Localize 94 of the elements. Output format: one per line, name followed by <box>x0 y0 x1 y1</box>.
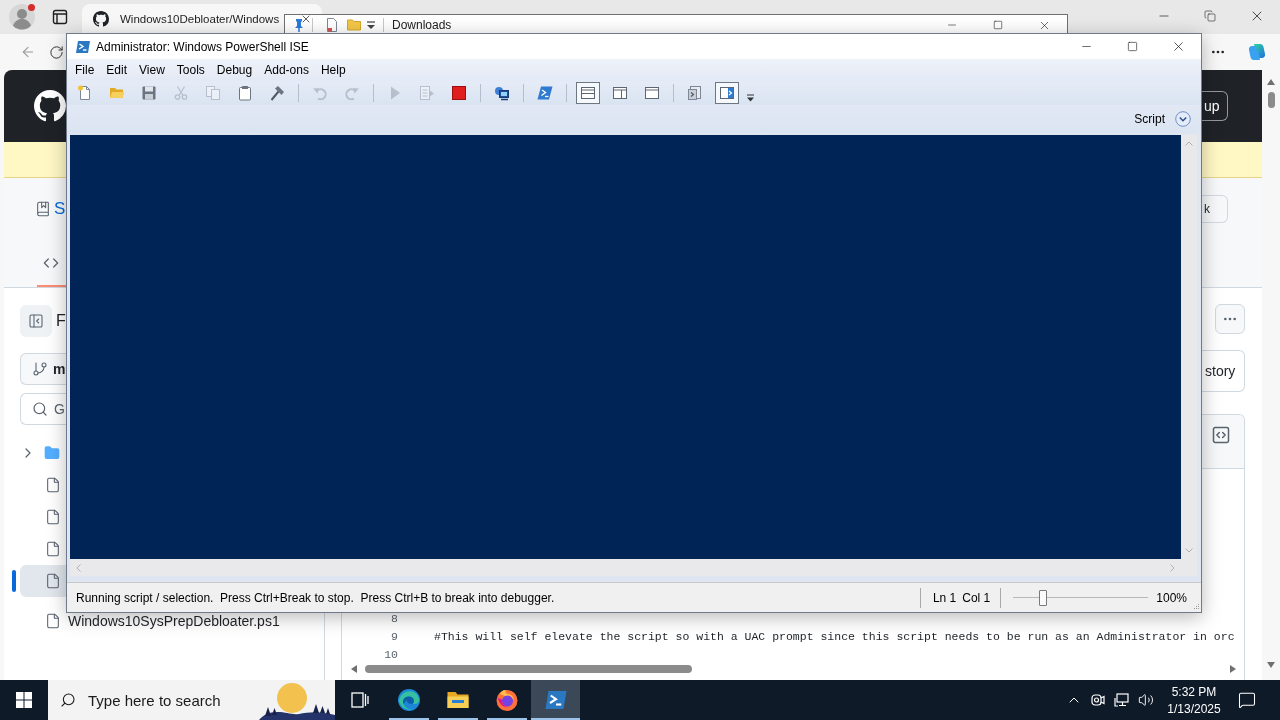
scrollbar-thumb[interactable] <box>365 665 692 673</box>
file-icon <box>45 541 61 557</box>
menu-item[interactable]: Add-ons <box>258 61 315 79</box>
windows-logo-icon <box>16 692 32 708</box>
repo-header-button[interactable]: k <box>1202 195 1228 223</box>
file-search-field[interactable]: G <box>20 393 66 425</box>
search-icon <box>60 692 76 708</box>
folder-icon <box>44 445 60 461</box>
command-addon-button[interactable] <box>715 82 739 104</box>
toolbar-overflow-icon[interactable] <box>747 94 754 102</box>
remote-computer-icon <box>494 85 510 101</box>
repo-book-icon <box>35 201 51 217</box>
selection-bar <box>12 570 16 592</box>
redo-arrow-icon <box>344 85 360 101</box>
line-number: 9 <box>390 629 398 643</box>
window-title: Administrator: Windows PowerShell ISE <box>96 39 309 54</box>
search-icon <box>32 401 48 417</box>
browser-tab[interactable]: Windows10Debloater/Windows <box>82 4 322 34</box>
line-number: 8 <box>390 611 398 625</box>
notification-icon[interactable] <box>1238 691 1256 709</box>
panel-layout-icon[interactable] <box>52 9 68 25</box>
file-tree-item[interactable]: Windows10SysPrepDebloater.ps1 <box>20 613 308 629</box>
profile-avatar-icon[interactable] <box>8 3 36 31</box>
dropdown-caret-icon[interactable] <box>367 20 375 30</box>
clipboard-icon <box>237 85 253 101</box>
menu-item[interactable]: Edit <box>100 61 134 79</box>
window-icon <box>644 85 660 101</box>
panel-collapse-icon <box>28 313 44 329</box>
edge-logo-icon <box>396 688 421 712</box>
side-split-window-icon <box>612 85 628 101</box>
taskbar-app-button[interactable] <box>531 680 580 720</box>
firefox-logo-icon <box>494 688 519 712</box>
repo-title-link[interactable]: S <box>54 199 66 219</box>
open-folder-icon <box>109 85 125 101</box>
task-view-icon <box>349 690 370 710</box>
clock[interactable]: 5:32 PM 1/13/2025 <box>1166 684 1222 716</box>
scroll-up-icon[interactable] <box>1267 79 1275 85</box>
terminal-icon <box>543 688 568 712</box>
window-title: Downloads <box>392 18 452 32</box>
scroll-right-icon[interactable] <box>1230 665 1236 673</box>
line-position: Ln 1 <box>932 590 957 605</box>
terminal-tile-icon <box>537 85 553 101</box>
volume-icon[interactable] <box>1138 692 1154 708</box>
file-icon <box>45 477 61 493</box>
terminal-icon <box>75 38 91 55</box>
window-side-panel-icon <box>719 85 735 101</box>
script-pane-top-button[interactable] <box>576 82 600 104</box>
menu-item[interactable]: File <box>69 61 101 79</box>
sidebar-title: F <box>56 312 66 330</box>
restore-icon <box>1204 10 1216 22</box>
new-page-icon <box>77 85 93 101</box>
code-line: #This will self elevate the script so with a UAC prompt since this script needs to be run as an Administrator in orc <box>434 629 1235 643</box>
scroll-left-icon[interactable] <box>351 665 357 673</box>
copy-pages-icon <box>205 85 221 101</box>
branch-icon <box>32 361 48 377</box>
file-icon <box>45 509 61 525</box>
undo-arrow-icon <box>312 85 328 101</box>
file-header-button[interactable]: story <box>1202 350 1245 392</box>
menu-item[interactable]: Debug <box>210 61 259 79</box>
copilot-logo-icon[interactable] <box>1247 42 1267 62</box>
split-window-icon <box>580 85 596 101</box>
slider-thumb[interactable] <box>1038 589 1047 606</box>
zoom-reading: 100% <box>1156 590 1187 605</box>
scroll-down-icon[interactable] <box>1267 662 1275 668</box>
maximize-icon <box>993 20 1003 30</box>
file-tree-item[interactable] <box>20 565 66 597</box>
document-icon[interactable] <box>325 18 339 32</box>
menu-item[interactable]: Help <box>314 61 352 79</box>
branch-button[interactable]: m <box>20 353 66 385</box>
page-play-icon <box>419 85 435 101</box>
file-icon <box>45 613 61 629</box>
status-text: Running script / selection. Press Ctrl+Break to stop. Press Ctrl+B to break into debugger. <box>76 590 555 605</box>
chevron-circle-icon <box>1175 111 1191 127</box>
command-page-icon <box>687 85 703 101</box>
resize-grip-icon <box>1193 603 1199 609</box>
stop-square-icon <box>451 85 467 101</box>
code-view-icon[interactable] <box>1211 425 1231 445</box>
maximize-icon <box>1126 41 1138 52</box>
github-logo-icon[interactable] <box>34 90 66 122</box>
line-number: 10 <box>383 647 398 661</box>
file-icon <box>45 573 61 589</box>
script-pane-toggle[interactable]: Script <box>1134 111 1191 127</box>
code-icon <box>43 255 59 271</box>
network-icon[interactable] <box>1114 692 1130 708</box>
menu-item[interactable]: View <box>133 61 171 79</box>
scissors-icon <box>173 85 189 101</box>
column-position: Col 1 <box>962 590 991 605</box>
menu-item[interactable]: Tools <box>170 61 211 79</box>
scrollbar-thumb[interactable] <box>1267 92 1275 108</box>
github-logo-icon <box>93 11 109 27</box>
sidebar-toggle-button[interactable] <box>20 305 52 337</box>
hammer-icon <box>269 85 285 101</box>
camera-icon[interactable] <box>1090 692 1106 708</box>
refresh-icon[interactable] <box>49 44 64 60</box>
